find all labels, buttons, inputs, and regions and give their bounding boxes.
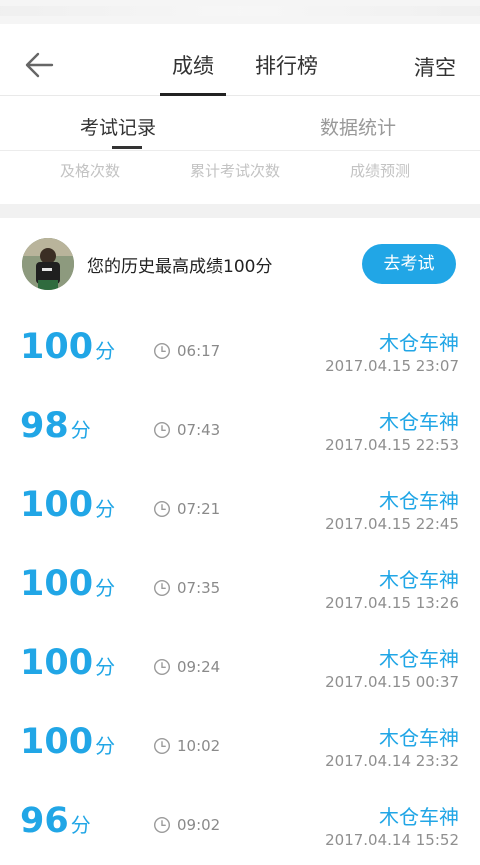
score-unit: 分 bbox=[95, 734, 116, 758]
section-divider bbox=[0, 204, 480, 218]
score-unit: 分 bbox=[95, 339, 116, 363]
score-unit: 分 bbox=[95, 655, 116, 679]
duration: 09:02 bbox=[153, 816, 220, 834]
score-unit: 分 bbox=[95, 497, 116, 521]
header: 成绩 排行榜 清空 bbox=[0, 24, 480, 96]
status-bar bbox=[0, 0, 480, 24]
list-item[interactable]: 100 分 07:35 木仓车神 2017.04.15 13:26 bbox=[0, 549, 480, 628]
list-item[interactable]: 98 分 07:43 木仓车神 2017.04.15 22:53 bbox=[0, 391, 480, 470]
avatar-image bbox=[22, 238, 74, 290]
score-value: 100 分 bbox=[20, 725, 115, 760]
list-item[interactable]: 100 分 06:17 木仓车神 2017.04.15 23:07 bbox=[0, 312, 480, 391]
duration: 06:17 bbox=[153, 342, 220, 360]
subtabs: 考试记录 数据统计 bbox=[0, 97, 480, 151]
score-value: 100 分 bbox=[20, 646, 115, 681]
arrow-left-icon bbox=[25, 52, 54, 78]
clock-icon bbox=[153, 500, 171, 518]
user-name: 木仓车神 bbox=[379, 568, 459, 592]
exam-date: 2017.04.15 00:37 bbox=[325, 673, 459, 691]
clock-icon bbox=[153, 579, 171, 597]
duration-text: 07:35 bbox=[177, 579, 221, 597]
score-value: 100 分 bbox=[20, 488, 115, 523]
clock-icon bbox=[153, 421, 171, 439]
score-number: 100 bbox=[20, 564, 94, 604]
exam-date: 2017.04.14 23:32 bbox=[325, 752, 459, 770]
user-name: 木仓车神 bbox=[379, 805, 459, 829]
list-item[interactable]: 100 分 09:24 木仓车神 2017.04.15 00:37 bbox=[0, 628, 480, 707]
duration-text: 09:02 bbox=[177, 816, 221, 834]
score-number: 100 bbox=[20, 327, 94, 367]
duration-text: 06:17 bbox=[177, 342, 221, 360]
score-number: 96 bbox=[20, 801, 69, 841]
score-unit: 分 bbox=[70, 813, 91, 837]
score-value: 100 分 bbox=[20, 330, 115, 365]
score-value: 98 分 bbox=[20, 409, 91, 444]
exam-date: 2017.04.15 13:26 bbox=[325, 594, 459, 612]
score-value: 100 分 bbox=[20, 567, 115, 602]
clock-icon bbox=[153, 816, 171, 834]
tab-score[interactable]: 成绩 bbox=[172, 50, 214, 80]
user-name: 木仓车神 bbox=[379, 647, 459, 671]
list-item[interactable]: 100 分 10:02 木仓车神 2017.04.14 23:32 bbox=[0, 707, 480, 786]
duration-text: 09:24 bbox=[177, 658, 221, 676]
list-item[interactable]: 96 分 09:02 木仓车神 2017.04.14 15:52 bbox=[0, 786, 480, 865]
score-number: 98 bbox=[20, 406, 69, 446]
duration: 07:43 bbox=[153, 421, 220, 439]
score-unit: 分 bbox=[95, 576, 116, 600]
clock-icon bbox=[153, 737, 171, 755]
go-exam-button[interactable]: 去考试 bbox=[362, 244, 456, 284]
duration: 07:35 bbox=[153, 579, 220, 597]
records-list: 100 分 06:17 木仓车神 2017.04.15 23:07 98 分 07:… bbox=[0, 312, 480, 865]
score-number: 100 bbox=[20, 722, 94, 762]
duration-text: 07:43 bbox=[177, 421, 221, 439]
score-number: 100 bbox=[20, 485, 94, 525]
avatar[interactable] bbox=[22, 238, 74, 290]
clock-icon bbox=[153, 342, 171, 360]
user-name: 木仓车神 bbox=[379, 726, 459, 750]
best-score-row: 您的历史最高成绩100分 去考试 bbox=[0, 218, 480, 310]
back-button[interactable] bbox=[18, 44, 62, 88]
exam-date: 2017.04.15 23:07 bbox=[325, 357, 459, 375]
user-name: 木仓车神 bbox=[379, 331, 459, 355]
stat-total-exams-label: 累计考试次数 bbox=[190, 162, 281, 180]
duration-text: 07:21 bbox=[177, 500, 221, 518]
clock-icon bbox=[153, 658, 171, 676]
duration: 09:24 bbox=[153, 658, 220, 676]
score-value: 96 分 bbox=[20, 804, 91, 839]
duration-text: 10:02 bbox=[177, 737, 221, 755]
tab-ranking[interactable]: 排行榜 bbox=[255, 50, 318, 80]
score-number: 100 bbox=[20, 643, 94, 683]
user-name: 木仓车神 bbox=[379, 489, 459, 513]
duration: 07:21 bbox=[153, 500, 220, 518]
exam-date: 2017.04.14 15:52 bbox=[325, 831, 459, 849]
exam-date: 2017.04.15 22:45 bbox=[325, 515, 459, 533]
exam-date: 2017.04.15 22:53 bbox=[325, 436, 459, 454]
clear-button[interactable]: 清空 bbox=[414, 52, 456, 82]
tab-active-indicator bbox=[160, 93, 226, 96]
subtab-active-indicator bbox=[112, 146, 142, 149]
stats-labels: 及格次数 累计考试次数 成绩预测 bbox=[0, 152, 480, 204]
score-unit: 分 bbox=[70, 418, 91, 442]
subtab-exam-records[interactable]: 考试记录 bbox=[80, 113, 156, 140]
user-name: 木仓车神 bbox=[379, 410, 459, 434]
stat-prediction-label: 成绩预测 bbox=[350, 162, 411, 180]
subtab-data-stats[interactable]: 数据统计 bbox=[320, 113, 396, 140]
list-item[interactable]: 100 分 07:21 木仓车神 2017.04.15 22:45 bbox=[0, 470, 480, 549]
stat-pass-count-label: 及格次数 bbox=[60, 162, 121, 180]
duration: 10:02 bbox=[153, 737, 220, 755]
best-score-text: 您的历史最高成绩100分 bbox=[87, 257, 273, 277]
